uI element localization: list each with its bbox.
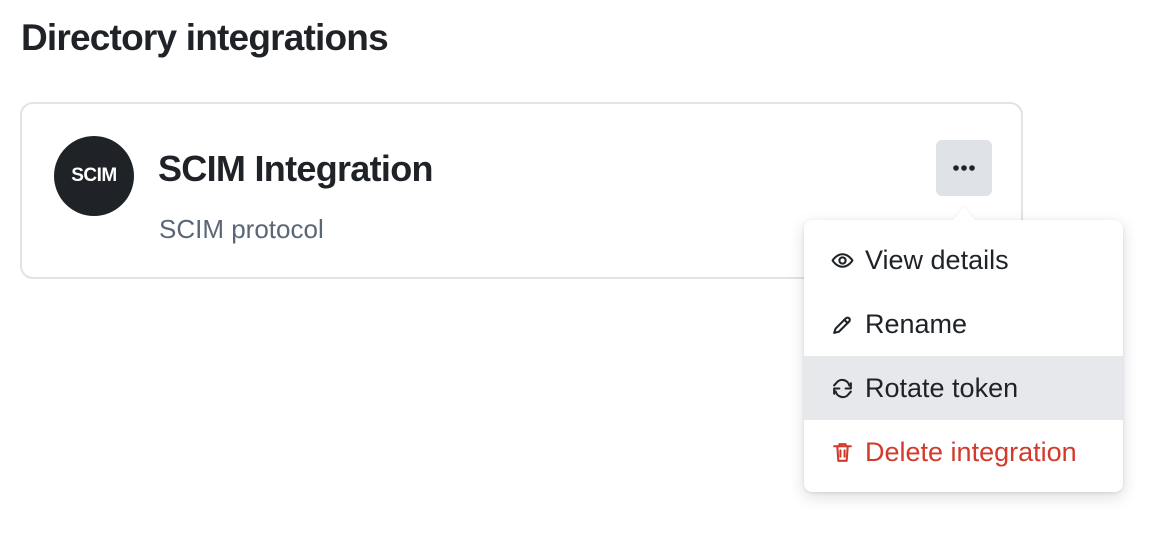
menu-item-label: Delete integration xyxy=(865,436,1077,467)
page-title: Directory integrations xyxy=(21,17,389,58)
eye-icon xyxy=(829,247,855,273)
integration-subtitle: SCIM protocol xyxy=(159,214,324,244)
menu-item-rotate-token[interactable]: Rotate token xyxy=(804,356,1123,420)
trash-icon xyxy=(829,439,855,465)
more-options-button[interactable] xyxy=(936,140,992,196)
more-horizontal-icon xyxy=(949,163,979,173)
pencil-icon xyxy=(829,311,855,337)
menu-item-rename[interactable]: Rename xyxy=(804,292,1123,356)
menu-item-delete-integration[interactable]: Delete integration xyxy=(804,420,1123,484)
dropdown-caret xyxy=(953,206,975,220)
refresh-icon xyxy=(829,375,855,401)
menu-item-view-details[interactable]: View details xyxy=(804,228,1123,292)
menu-item-label: Rename xyxy=(865,308,968,339)
integration-actions-menu: View details Rename Rotate token Delete … xyxy=(804,220,1123,492)
menu-item-label: Rotate token xyxy=(865,372,1019,403)
scim-logo: SCIM xyxy=(54,136,134,216)
menu-item-label: View details xyxy=(865,244,1009,275)
integration-name: SCIM Integration xyxy=(158,148,433,189)
